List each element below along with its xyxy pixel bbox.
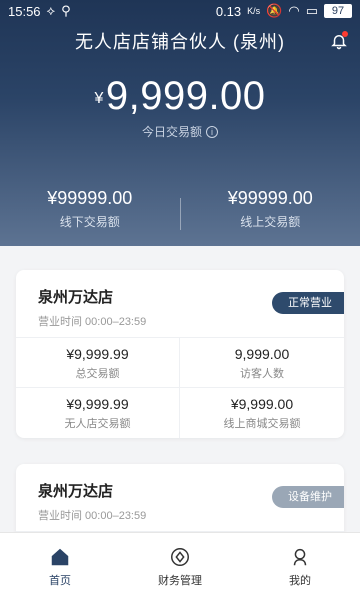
store-card[interactable]: 泉州万达店 营业时间 00:00–23:59 正常营业 ¥9,999.99 总交… — [16, 270, 344, 438]
hero-panel: 15:56 ⟡ ⚲ 0.13 K/s 🔕 ◠ ▭ 97 无人店店铺合伙人 (泉州… — [0, 0, 360, 246]
stat-label: 无人店交易额 — [64, 418, 131, 430]
today-label-text: 今日交易额 — [141, 125, 202, 139]
stat-total-sales: ¥9,999.99 总交易额 — [16, 338, 180, 388]
online-sales-label: 线上交易额 — [240, 215, 301, 229]
status-badge: 正常营业 — [272, 292, 344, 314]
store-hours: 营业时间 00:00–23:59 — [38, 316, 147, 328]
tab-profile[interactable]: 我的 — [240, 533, 360, 600]
signal-icon: ▭ — [305, 3, 318, 18]
stat-unmanned-sales: ¥9,999.99 无人店交易额 — [16, 388, 180, 438]
tab-label: 首页 — [49, 574, 71, 587]
status-time: 15:56 — [8, 3, 41, 19]
store-stats: ¥9,999.99 总交易额 9,999.00 访客人数 ¥9,999.99 无… — [16, 338, 344, 438]
tab-label: 财务管理 — [158, 574, 202, 587]
stat-visitors: 9,999.00 访客人数 — [180, 338, 344, 388]
bottom-tab-bar: 首页 财务管理 我的 — [0, 532, 360, 600]
wifi-icon: ◠ — [288, 3, 300, 18]
share-icon: ⟡ — [46, 3, 56, 18]
store-card-header: 泉州万达店 营业时间 00:00–23:59 正常营业 — [16, 270, 344, 338]
channel-split: ¥99999.00 线下交易额 ¥99999.00 线上交易额 — [0, 176, 360, 246]
notification-dot — [342, 31, 348, 37]
offline-sales: ¥99999.00 线下交易额 — [0, 176, 180, 246]
battery-indicator: 97 — [324, 4, 352, 18]
status-bar: 15:56 ⟡ ⚲ 0.13 K/s 🔕 ◠ ▭ 97 — [0, 0, 360, 22]
stat-value: ¥9,999.99 — [66, 396, 129, 412]
today-total: ¥9,999.00 今日交易额 i — [0, 74, 360, 140]
status-badge: 设备维护 — [272, 486, 344, 508]
usb-icon: ⚲ — [61, 3, 71, 18]
store-card-header: 泉州万达店 营业时间 00:00–23:59 设备维护 — [16, 464, 344, 532]
finance-icon — [171, 547, 189, 566]
tab-finance[interactable]: 财务管理 — [120, 533, 240, 600]
app-header: 无人店店铺合伙人 (泉州) — [0, 22, 360, 60]
tab-label: 我的 — [289, 574, 311, 587]
stat-online-mall-sales: ¥9,999.00 线上商城交易额 — [180, 388, 344, 438]
stat-value: ¥9,999.99 — [66, 346, 129, 362]
info-icon[interactable]: i — [206, 125, 218, 138]
page-title: 无人店店铺合伙人 (泉州) — [75, 32, 285, 52]
tab-home[interactable]: 首页 — [0, 533, 120, 600]
profile-icon — [293, 548, 307, 565]
offline-sales-label: 线下交易额 — [59, 215, 120, 229]
notification-bell-icon[interactable] — [330, 31, 348, 50]
net-speed: 0.13 — [215, 3, 242, 19]
today-label: 今日交易额 i — [0, 123, 360, 140]
today-amount-value: 9,999.00 — [105, 74, 266, 118]
stat-label: 访客人数 — [240, 368, 284, 380]
mute-icon: 🔕 — [266, 3, 283, 18]
currency-symbol: ¥ — [94, 90, 104, 107]
offline-sales-value: ¥99999.00 — [47, 188, 133, 208]
home-icon — [51, 548, 69, 565]
online-sales: ¥99999.00 线上交易额 — [181, 176, 360, 246]
net-unit: K/s — [247, 6, 261, 16]
stat-label: 线上商城交易额 — [223, 418, 301, 430]
stat-value: ¥9,999.00 — [230, 396, 294, 412]
today-amount: ¥9,999.00 — [0, 74, 360, 119]
online-sales-value: ¥99999.00 — [227, 188, 313, 208]
store-hours: 营业时间 00:00–23:59 — [38, 510, 147, 522]
stat-label: 总交易额 — [75, 368, 120, 380]
stat-value: 9,999.00 — [234, 346, 290, 362]
